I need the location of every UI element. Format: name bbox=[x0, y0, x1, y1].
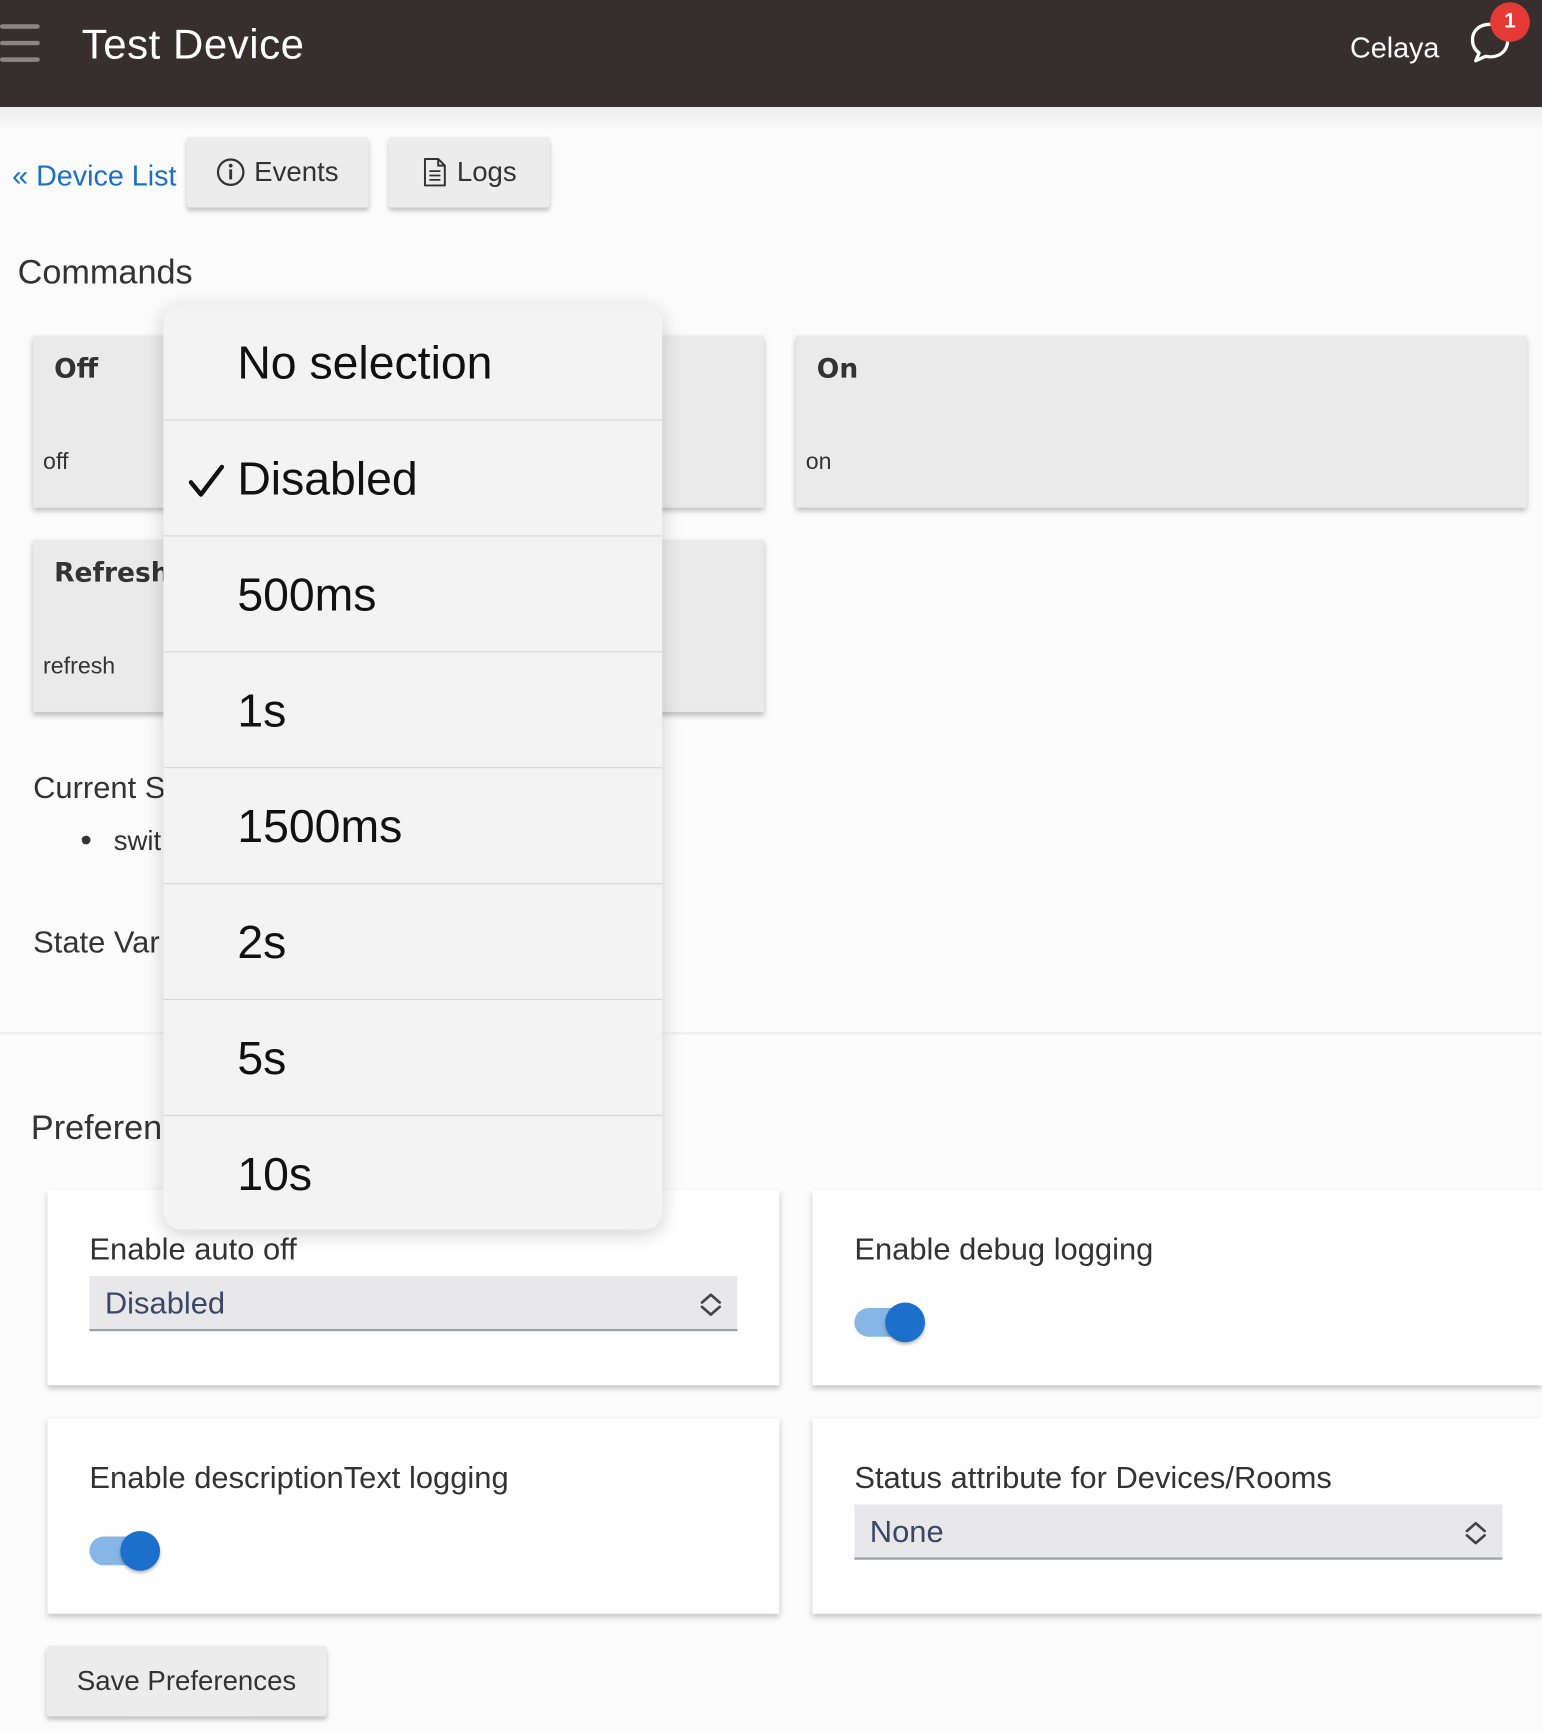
state-variables-title: State Var bbox=[33, 924, 160, 960]
status-attribute-select[interactable]: None bbox=[854, 1504, 1503, 1560]
list-bullet bbox=[81, 835, 91, 845]
dropdown-option[interactable]: 10s bbox=[163, 1116, 662, 1230]
current-state-item: swit bbox=[113, 825, 162, 857]
updown-chevron-icon bbox=[699, 1290, 723, 1325]
preferences-title: Preferen bbox=[30, 1108, 163, 1147]
logs-button[interactable]: Logs bbox=[388, 136, 550, 208]
option-label: 500ms bbox=[237, 568, 377, 621]
save-preferences-button[interactable]: Save Preferences bbox=[46, 1645, 327, 1717]
auto-off-dropdown-menu: No selection Disabled 500ms 1s 1500ms 2s… bbox=[163, 304, 663, 1230]
header-shadow bbox=[0, 107, 1542, 132]
option-label: Disabled bbox=[237, 452, 418, 505]
debug-logging-label: Enable debug logging bbox=[854, 1231, 1154, 1267]
commands-title: Commands bbox=[17, 252, 193, 292]
checkmark-icon bbox=[188, 458, 226, 497]
events-button[interactable]: Events bbox=[186, 136, 369, 208]
logs-label: Logs bbox=[456, 156, 517, 188]
command-name: Refresh bbox=[54, 557, 170, 589]
option-label: 10s bbox=[237, 1147, 313, 1200]
command-card-on[interactable]: On on bbox=[795, 335, 1527, 508]
command-method: refresh bbox=[43, 653, 116, 679]
auto-off-select[interactable]: Disabled bbox=[89, 1275, 738, 1332]
hub-name[interactable]: Celaya bbox=[1350, 31, 1439, 65]
toggle-knob bbox=[885, 1302, 925, 1343]
info-icon bbox=[217, 158, 246, 187]
device-list-link[interactable]: « Device List bbox=[12, 159, 176, 193]
option-label: 1s bbox=[237, 684, 287, 737]
toggle-knob bbox=[120, 1530, 161, 1571]
status-attribute-value: None bbox=[869, 1514, 944, 1549]
command-method: off bbox=[43, 449, 69, 475]
command-method: on bbox=[805, 449, 832, 475]
description-logging-label: Enable descriptionText logging bbox=[89, 1460, 509, 1495]
dropdown-option[interactable]: 2s bbox=[163, 884, 663, 1001]
dropdown-option[interactable]: 500ms bbox=[163, 536, 663, 653]
option-label: 5s bbox=[237, 1032, 287, 1084]
status-attribute-label: Status attribute for Devices/Rooms bbox=[854, 1460, 1332, 1495]
command-name: Off bbox=[54, 353, 99, 385]
page-title: Test Device bbox=[81, 22, 305, 69]
pref-card-debug-logging: Enable debug logging bbox=[812, 1189, 1542, 1386]
device-page: Test Device Celaya 1 « Device List Event… bbox=[0, 0, 1542, 1731]
dropdown-option[interactable]: 1s bbox=[163, 652, 663, 769]
document-icon bbox=[422, 157, 448, 188]
dropdown-option[interactable]: No selection bbox=[163, 305, 663, 421]
hamburger-menu-icon[interactable] bbox=[0, 24, 40, 64]
top-bar: Test Device Celaya 1 bbox=[0, 0, 1542, 108]
events-label: Events bbox=[254, 156, 339, 188]
option-label: 1500ms bbox=[237, 800, 403, 853]
debug-logging-toggle[interactable] bbox=[854, 1300, 927, 1344]
current-states-title: Current S bbox=[33, 770, 166, 805]
dropdown-option[interactable]: 5s bbox=[163, 1000, 663, 1116]
command-name: On bbox=[816, 353, 859, 385]
updown-chevron-icon bbox=[1464, 1519, 1488, 1554]
dropdown-option[interactable]: 1500ms bbox=[163, 768, 663, 885]
auto-off-label: Enable auto off bbox=[89, 1231, 297, 1267]
pref-card-status-attribute: Status attribute for Devices/Rooms None bbox=[812, 1418, 1542, 1614]
pref-card-description-logging: Enable descriptionText logging bbox=[47, 1418, 780, 1614]
option-label: No selection bbox=[237, 336, 493, 389]
dropdown-option-selected[interactable]: Disabled bbox=[163, 421, 663, 537]
auto-off-value: Disabled bbox=[104, 1285, 226, 1321]
notification-badge[interactable]: 1 bbox=[1490, 2, 1530, 42]
option-label: 2s bbox=[237, 916, 287, 969]
description-logging-toggle[interactable] bbox=[89, 1529, 162, 1573]
